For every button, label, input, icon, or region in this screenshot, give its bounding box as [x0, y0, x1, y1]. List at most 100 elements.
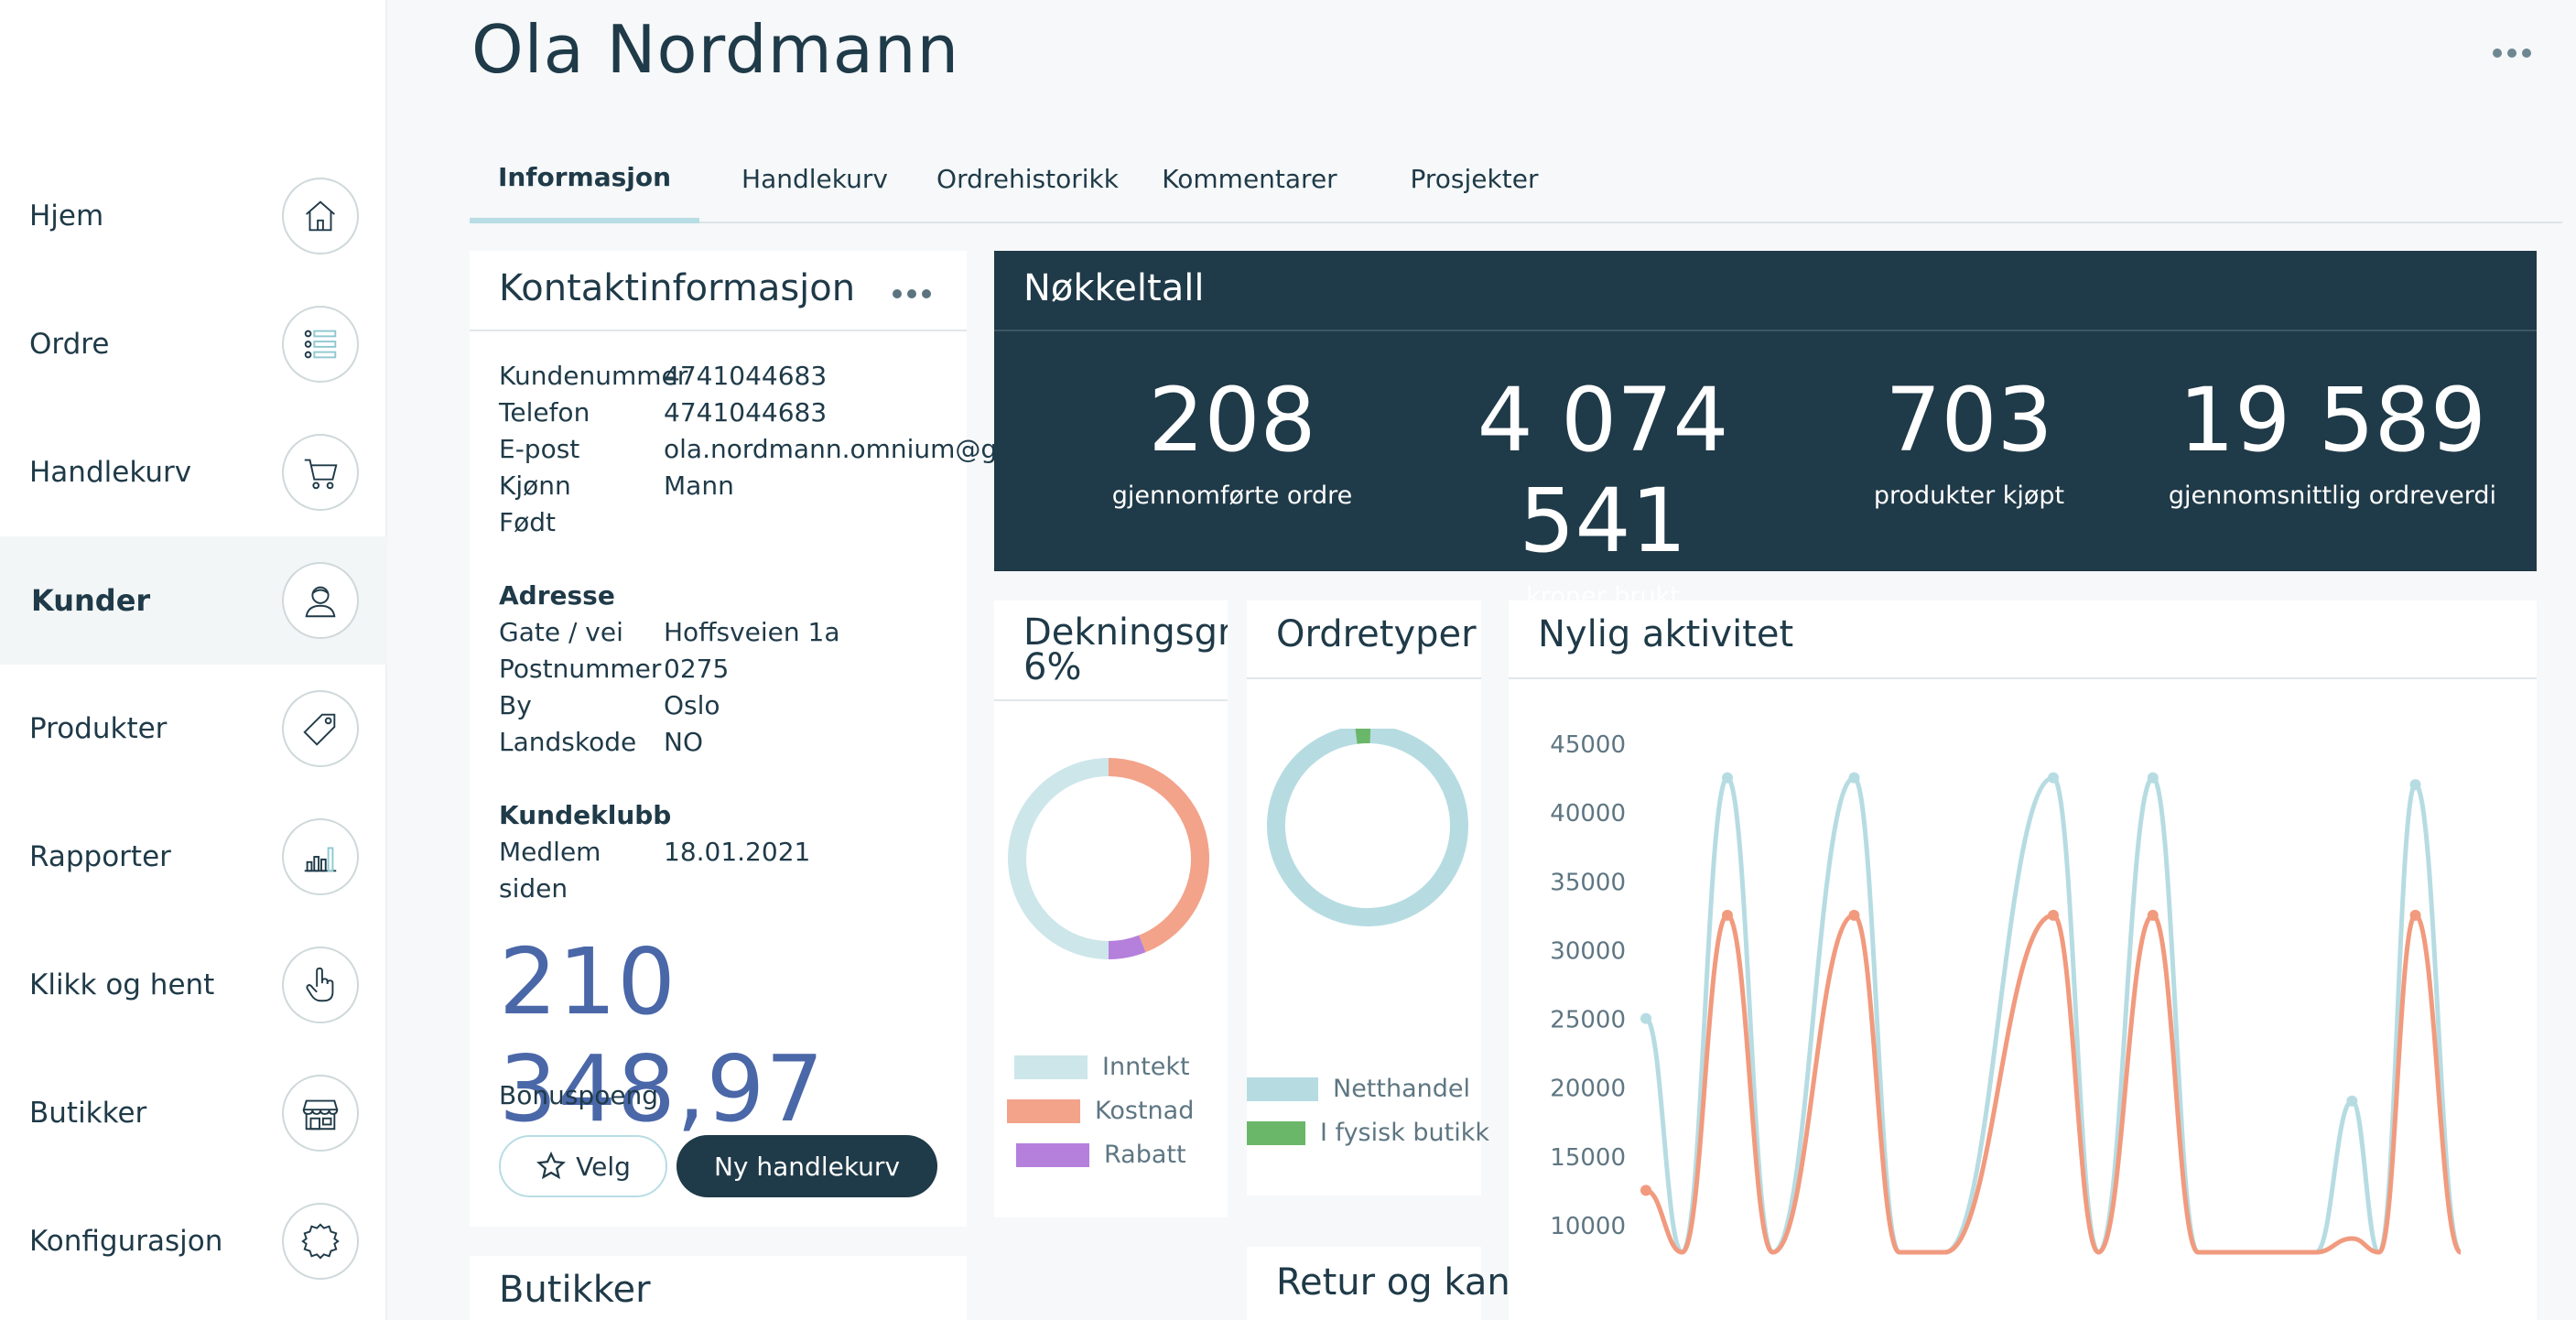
kpi-average: 19 589 gjennomsnittlig ordreverdi — [2140, 370, 2525, 510]
field-label: Gate / vei — [499, 617, 623, 647]
field-value: Oslo — [664, 690, 720, 720]
legend-inntekt: Inntekt — [1014, 1053, 1190, 1081]
sidebar-item-handlekurv[interactable]: Handlekurv — [0, 408, 387, 536]
store-icon — [282, 1075, 359, 1152]
data-point[interactable] — [1640, 1185, 1651, 1196]
star-icon — [536, 1151, 567, 1180]
kpi-orders: 208 gjennomførte ordre — [1040, 370, 1424, 510]
field-value: NO — [664, 727, 703, 757]
sidebar-item-klikk-og-hent[interactable]: Klikk og hent — [0, 921, 387, 1049]
sidebar-item-label: Konfigurasjon — [29, 1225, 223, 1258]
bonus-points-label: Bonuspoeng — [499, 1080, 659, 1110]
sidebar-item-label: Rapporter — [29, 840, 171, 873]
field-label: Medlem — [499, 837, 601, 867]
sidebar-item-butikker[interactable]: Butikker — [0, 1049, 387, 1177]
kpi-label: gjennomsnittlig ordreverdi — [2168, 481, 2497, 510]
data-point[interactable] — [1848, 909, 1860, 921]
velg-button[interactable]: Velg — [499, 1135, 667, 1197]
more-options-icon[interactable] — [2492, 35, 2532, 71]
y-tick-label: 25000 — [1550, 1007, 1626, 1034]
tab-kommentarer[interactable]: Kommentarer — [1153, 135, 1346, 222]
field-label: Landskode — [499, 727, 637, 757]
data-point[interactable] — [2409, 779, 2421, 791]
recent-activity-title: Nylig aktivitet — [1538, 613, 1794, 655]
y-tick-label: 35000 — [1550, 869, 1626, 896]
series-line-0 — [1643, 775, 2463, 1255]
velg-button-label: Velg — [576, 1151, 631, 1182]
field-label: By — [499, 690, 532, 720]
key-figures-title: Nøkkeltall — [1023, 267, 1205, 309]
series-line-1 — [1645, 913, 2463, 1255]
sidebar-item-rapporter[interactable]: Rapporter — [0, 793, 387, 921]
key-figures-card: Nøkkeltall 208 gjennomførte ordre 4 074 … — [994, 251, 2537, 611]
bar-chart-icon — [282, 818, 359, 895]
sidebar-item-produkter[interactable]: Produkter — [0, 665, 387, 793]
divider — [994, 699, 1228, 701]
more-options-icon[interactable] — [893, 289, 931, 298]
new-cart-button[interactable]: Ny handlekurv — [676, 1135, 937, 1197]
data-point[interactable] — [2147, 909, 2159, 921]
kpi-label: gjennomførte ordre — [1111, 481, 1353, 510]
order-types-title: Ordretyper — [1276, 613, 1477, 655]
tag-icon — [282, 690, 359, 767]
data-point[interactable] — [1722, 772, 1733, 784]
returns-card: Retur og kanselleringer — [1247, 1247, 1704, 1320]
field-label: Postnummer — [499, 654, 662, 684]
legend-swatch — [1014, 1055, 1088, 1079]
sidebar-item-label: Ordre — [29, 328, 110, 361]
divider — [470, 330, 967, 331]
kpi-value: 208 — [1148, 369, 1316, 471]
legend-swatch — [1247, 1120, 1305, 1145]
field-value: 18.01.2021 — [664, 837, 811, 867]
recent-activity-card: Nylig aktivitet 45000 40000 35000 30000 2500… — [1509, 600, 2537, 1320]
kpi-spent: 4 074 541 kroner brukt — [1411, 370, 1795, 611]
kpi-label: produkter kjøpt — [1873, 481, 2065, 510]
sidebar-item-label: Klikk og hent — [29, 968, 215, 1001]
data-point[interactable] — [2346, 1095, 2358, 1107]
order-types-slice-1 — [1355, 729, 1371, 744]
stores-card-title: Butikker — [499, 1269, 651, 1311]
field-value: 4741044683 — [664, 397, 828, 427]
coverage-slice-0 — [1008, 758, 1109, 959]
y-tick-label: 20000 — [1550, 1076, 1626, 1103]
coverage-percent: 6% — [1023, 646, 1082, 688]
kpi-value: 4 074 541 — [1477, 369, 1729, 572]
sidebar-item-kunder[interactable]: Kunder — [0, 536, 387, 665]
data-point[interactable] — [1640, 1012, 1651, 1024]
coverage-card: Dekningsgrad 6% Inntekt Kostnad Rabatt — [994, 600, 1228, 1217]
sidebar-item-label: Hjem — [29, 200, 104, 233]
tab-handlekurv[interactable]: Handlekurv — [719, 135, 911, 222]
data-point[interactable] — [1848, 772, 1860, 784]
hand-pointer-icon — [282, 947, 359, 1023]
recent-activity-chart: 45000 40000 35000 30000 25000 20000 15000 10000 — [1550, 731, 2463, 1255]
data-point[interactable] — [1722, 909, 1733, 921]
legend-swatch — [1016, 1142, 1089, 1167]
divider — [1247, 677, 1481, 679]
field-label: Telefon — [499, 397, 590, 427]
data-point[interactable] — [2147, 772, 2159, 784]
customer-icon — [282, 562, 359, 639]
field-value: 0275 — [664, 654, 730, 684]
tab-informasjon[interactable]: Informasjon — [470, 135, 699, 223]
data-point[interactable] — [2409, 909, 2421, 921]
tab-ordrehistorikk[interactable]: Ordrehistorikk — [929, 135, 1126, 222]
tab-prosjekter[interactable]: Prosjekter — [1394, 135, 1554, 222]
data-point[interactable] — [2048, 909, 2059, 921]
page-title: Ola Nordmann — [471, 11, 960, 88]
legend-fysisk-butikk: I fysisk butikk — [1247, 1119, 1489, 1147]
field-label: Kjønn — [499, 471, 571, 501]
sidebar-item-label: Kunder — [31, 583, 151, 618]
stores-card: Butikker — [470, 1256, 967, 1320]
divider — [994, 330, 2537, 331]
sidebar-item-konfigurasjon[interactable]: Konfigurasjon — [0, 1177, 387, 1305]
legend-rabatt: Rabatt — [1016, 1141, 1186, 1169]
field-label: siden — [499, 873, 568, 903]
contact-card: Kontaktinformasjon Kundenummer 474104468… — [470, 251, 1115, 1227]
list-icon — [282, 306, 359, 383]
legend-label: Netthandel — [1333, 1075, 1471, 1103]
sidebar-item-hjem[interactable]: Hjem — [0, 152, 387, 280]
sidebar-item-ordre[interactable]: Ordre — [0, 280, 387, 408]
data-point[interactable] — [2048, 772, 2059, 784]
coverage-slice-1 — [1108, 758, 1209, 953]
home-icon — [282, 178, 359, 254]
